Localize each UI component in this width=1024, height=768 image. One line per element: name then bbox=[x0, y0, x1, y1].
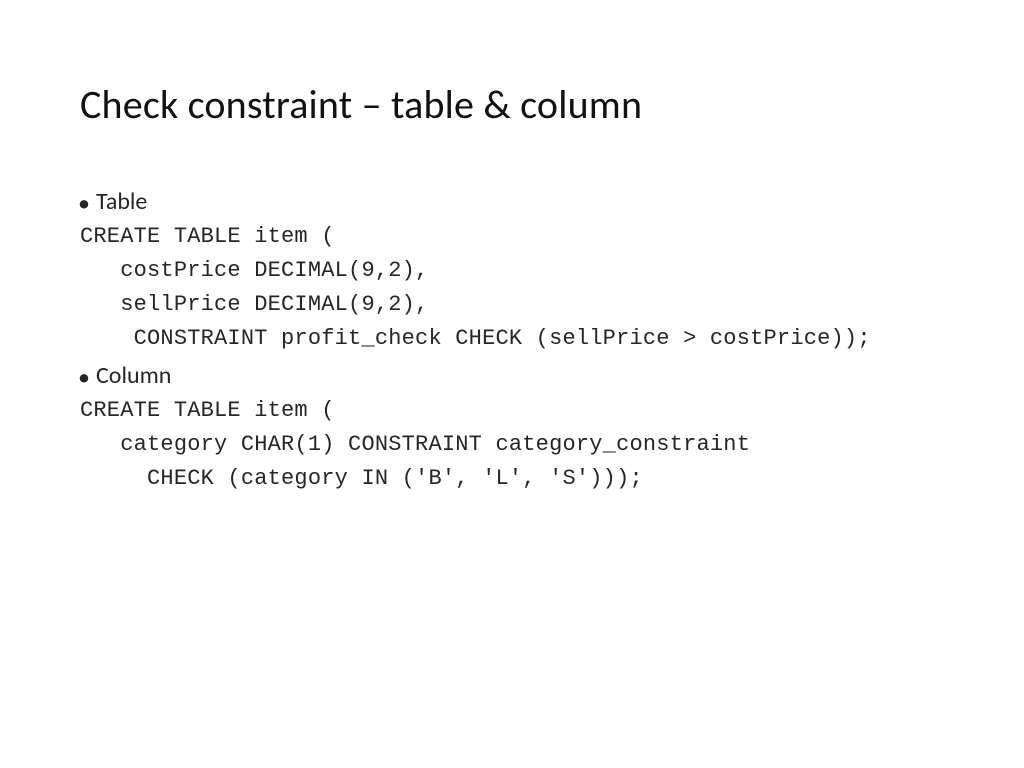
bullet-column-label: Column bbox=[96, 357, 171, 394]
bullet-dot-icon: • bbox=[78, 192, 96, 216]
bullet-table: • Table bbox=[78, 183, 944, 220]
code-table-line4: CONSTRAINT profit_check CHECK (sellPrice… bbox=[80, 322, 944, 356]
slide: Check constraint – table & column • Tabl… bbox=[0, 0, 1024, 768]
code-column-line1: CREATE TABLE item ( bbox=[80, 394, 944, 428]
bullet-dot-icon: • bbox=[78, 366, 96, 390]
slide-title: Check constraint – table & column bbox=[80, 80, 944, 129]
bullet-column: • Column bbox=[78, 357, 944, 394]
code-table-line1: CREATE TABLE item ( bbox=[80, 220, 944, 254]
bullet-table-label: Table bbox=[96, 183, 147, 220]
code-table-line3: sellPrice DECIMAL(9,2), bbox=[80, 288, 944, 322]
slide-content: • Table CREATE TABLE item ( costPrice DE… bbox=[80, 183, 944, 496]
code-column-line2: category CHAR(1) CONSTRAINT category_con… bbox=[80, 428, 944, 462]
code-column-line3: CHECK (category IN ('B', 'L', 'S'))); bbox=[80, 462, 944, 496]
code-table-line2: costPrice DECIMAL(9,2), bbox=[80, 254, 944, 288]
